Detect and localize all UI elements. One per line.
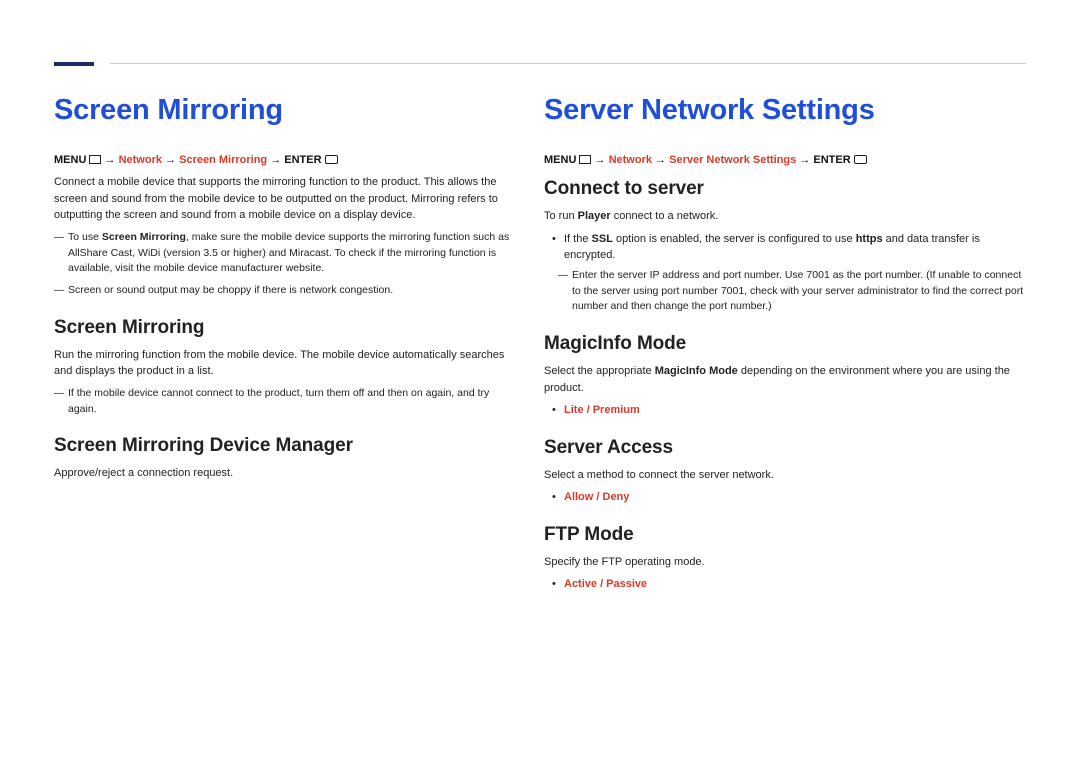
left-note-2: Screen or sound output may be choppy if … xyxy=(54,283,512,299)
b1a: If the xyxy=(564,233,592,245)
left-note-1: To use Screen Mirroring, make sure the m… xyxy=(54,230,512,277)
right-title: Server Network Settings xyxy=(544,94,1026,127)
left-intro: Connect a mobile device that supports th… xyxy=(54,174,512,224)
menu-icon xyxy=(89,155,101,164)
menu-icon xyxy=(579,155,591,164)
left-breadcrumb: MENU → Network → Screen Mirroring → ENTE… xyxy=(54,153,512,168)
right-bullets-1: If the SSL option is enabled, the server… xyxy=(544,231,1026,264)
breadcrumb-menu-label: MENU xyxy=(54,154,86,166)
note-text-a: To use xyxy=(68,231,102,243)
right-note-1: Enter the server IP address and port num… xyxy=(544,268,1026,315)
breadcrumb-server-settings: Server Network Settings xyxy=(669,154,796,166)
right-subhead-4: FTP Mode xyxy=(544,524,1026,546)
bullet-ssl: If the SSL option is enabled, the server… xyxy=(564,231,1026,264)
right-column: Server Network Settings MENU → Network →… xyxy=(540,94,1026,597)
right-subhead-3: Server Access xyxy=(544,437,1026,459)
para2-a: Select the appropriate xyxy=(544,365,655,377)
left-note-3: If the mobile device cannot connect to t… xyxy=(54,386,512,418)
opt4-text: Active / Passive xyxy=(564,578,647,590)
right-para-4: Specify the FTP operating mode. xyxy=(544,554,1026,571)
opt2-text: Lite / Premium xyxy=(564,404,640,416)
breadcrumb-menu-label: MENU xyxy=(544,154,576,166)
arrow-icon: → xyxy=(165,154,179,166)
right-bullets-3: Allow / Deny xyxy=(544,489,1026,506)
breadcrumb-network: Network xyxy=(119,154,162,166)
header-accent-bar xyxy=(54,62,94,66)
left-para-2: Run the mirroring function from the mobi… xyxy=(54,347,512,380)
right-para-1: To run Player connect to a network. xyxy=(544,208,1026,225)
b1d: https xyxy=(856,233,883,245)
para1-a: To run xyxy=(544,210,578,222)
arrow-icon: → xyxy=(105,154,119,166)
enter-icon xyxy=(325,155,338,164)
breadcrumb-network: Network xyxy=(609,154,652,166)
b1c: option is enabled, the server is configu… xyxy=(613,233,856,245)
left-subhead-2: Screen Mirroring Device Manager xyxy=(54,435,512,457)
arrow-icon: → xyxy=(595,154,609,166)
option-lite-premium: Lite / Premium xyxy=(564,402,1026,419)
left-para-3: Approve/reject a connection request. xyxy=(54,465,512,482)
arrow-icon: → xyxy=(655,154,669,166)
right-subhead-2: MagicInfo Mode xyxy=(544,333,1026,355)
left-subhead-1: Screen Mirroring xyxy=(54,317,512,339)
enter-icon xyxy=(854,155,867,164)
left-title: Screen Mirroring xyxy=(54,94,512,127)
note-text-b: Screen Mirroring xyxy=(102,231,186,243)
header-rule xyxy=(110,63,1026,64)
opt3-text: Allow / Deny xyxy=(564,491,629,503)
b1b: SSL xyxy=(592,233,613,245)
right-subhead-1: Connect to server xyxy=(544,178,1026,200)
arrow-icon: → xyxy=(799,154,813,166)
para2-b: MagicInfo Mode xyxy=(655,365,738,377)
breadcrumb-enter-label: ENTER xyxy=(284,154,321,166)
breadcrumb-screen-mirroring: Screen Mirroring xyxy=(179,154,267,166)
arrow-icon: → xyxy=(270,154,284,166)
left-column: Screen Mirroring MENU → Network → Screen… xyxy=(54,94,540,597)
right-bullets-2: Lite / Premium xyxy=(544,402,1026,419)
option-allow-deny: Allow / Deny xyxy=(564,489,1026,506)
para1-c: connect to a network. xyxy=(611,210,719,222)
right-breadcrumb: MENU → Network → Server Network Settings… xyxy=(544,153,1026,168)
right-bullets-4: Active / Passive xyxy=(544,576,1026,593)
option-active-passive: Active / Passive xyxy=(564,576,1026,593)
content-columns: Screen Mirroring MENU → Network → Screen… xyxy=(54,94,1026,597)
para1-b: Player xyxy=(578,210,611,222)
breadcrumb-enter-label: ENTER xyxy=(813,154,850,166)
right-para-2: Select the appropriate MagicInfo Mode de… xyxy=(544,363,1026,396)
right-para-3: Select a method to connect the server ne… xyxy=(544,467,1026,484)
